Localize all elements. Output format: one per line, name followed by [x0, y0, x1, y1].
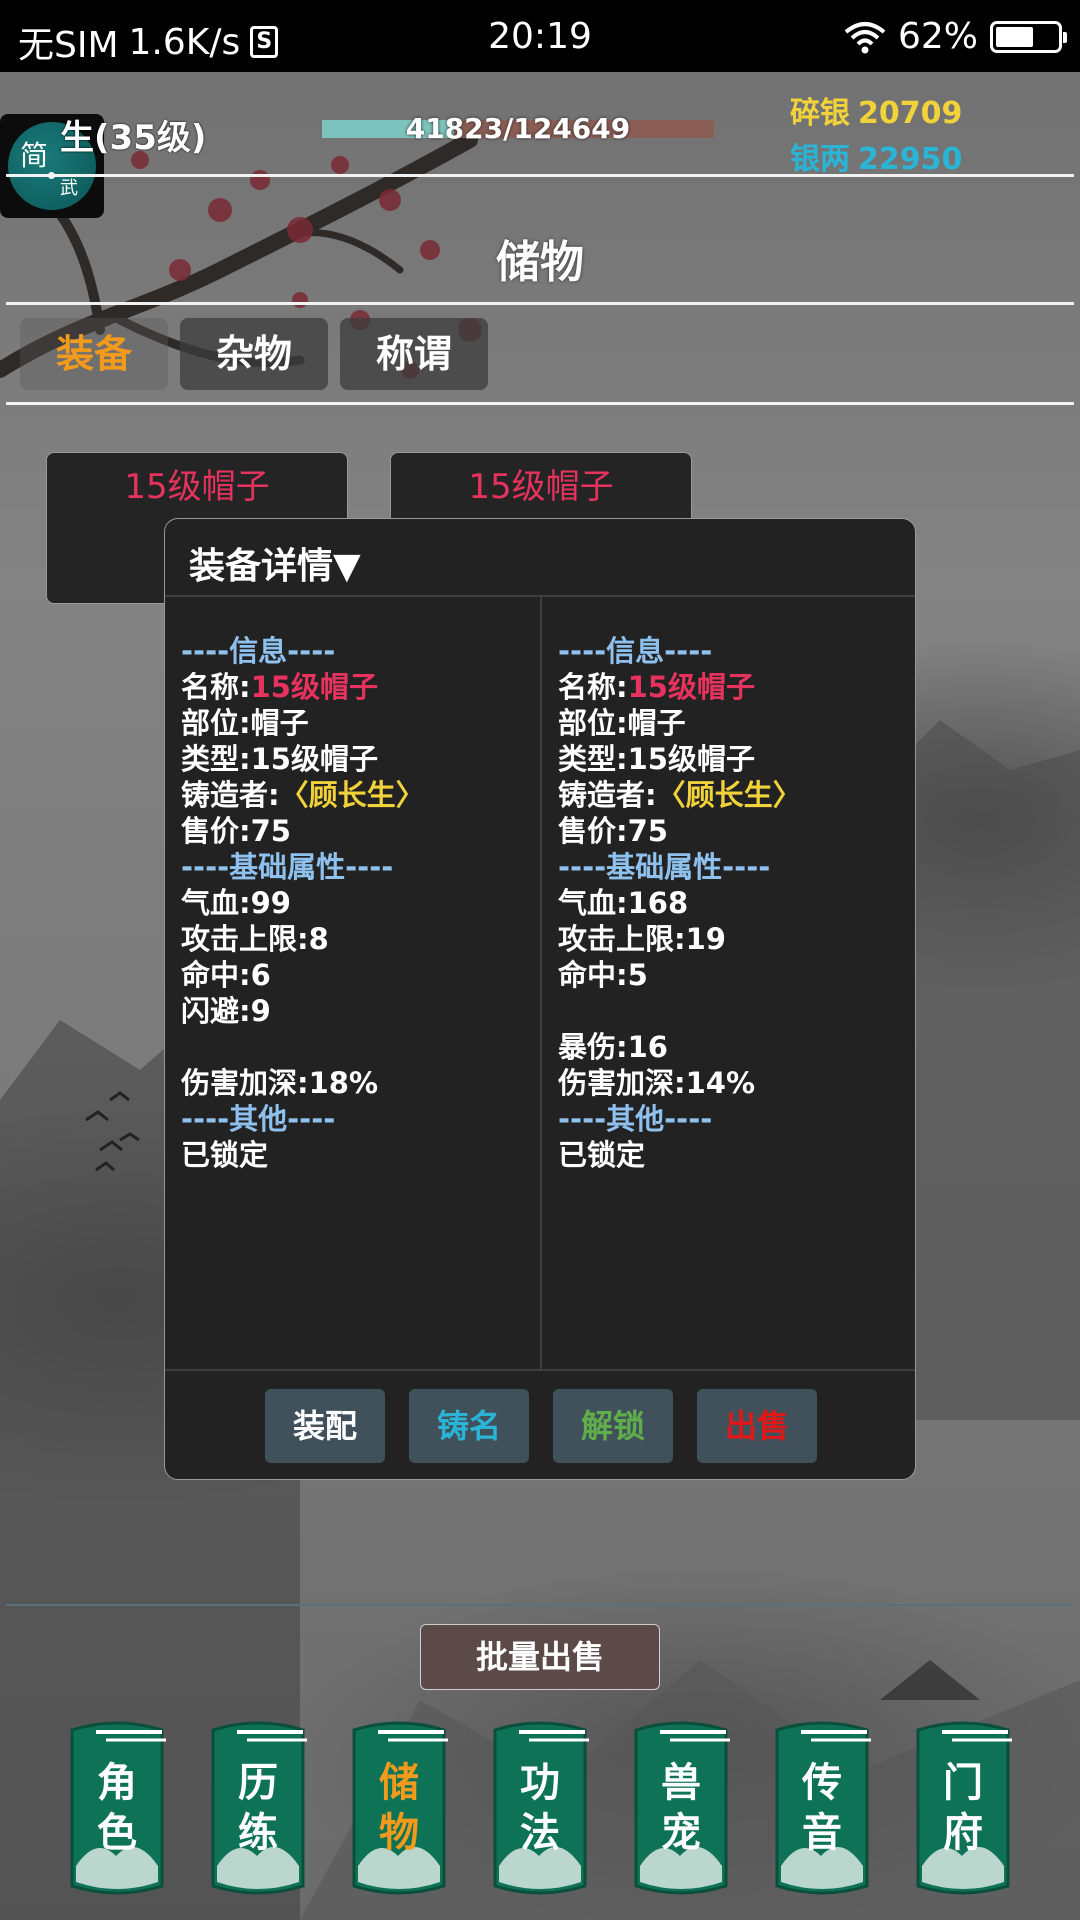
nav-label: 传音	[802, 1759, 842, 1856]
detail-name: 名称:15级帽子	[181, 669, 425, 705]
page-title: 储物	[496, 237, 584, 288]
section-base-stats: ----基础属性----	[558, 850, 771, 884]
nav-label: 功法	[520, 1759, 560, 1856]
currency-taels-amount: 22950	[858, 142, 963, 177]
stat-line: 命中:5	[558, 958, 648, 992]
item-card-name: 15级帽子	[468, 467, 614, 507]
sell-button[interactable]: 出售	[697, 1389, 817, 1463]
section-info: ----信息----	[181, 634, 336, 668]
battery-icon	[990, 20, 1067, 53]
forge-name-button[interactable]: 铸名	[409, 1389, 529, 1463]
detail-maker-label: 铸造者:	[558, 778, 657, 812]
nav-skills[interactable]: 功法	[489, 1716, 591, 1900]
modal-body: ----信息---- 名称:15级帽子 部位:帽子 类型:15级帽子 铸造者:〈…	[165, 595, 915, 1371]
nav-label: 历练	[238, 1759, 278, 1856]
avatar-char-1: 简	[20, 139, 49, 172]
stat-line: 气血:99	[181, 886, 291, 920]
equipment-detail-modal: 装备详情▼ ----信息---- 名称:15级帽子 部位:帽子 类型:15级帽子…	[164, 518, 916, 1480]
detail-maker: 铸造者:〈顾长生〉	[558, 777, 802, 813]
wifi-icon	[844, 21, 886, 53]
tab-misc[interactable]: 杂物	[180, 318, 328, 390]
detail-name: 名称:15级帽子	[558, 669, 802, 705]
detail-type: 类型:15级帽子	[181, 742, 378, 776]
nav-messages[interactable]: 传音	[771, 1716, 873, 1900]
nav-storage[interactable]: 储物	[348, 1716, 450, 1900]
avatar-char-2: 武	[60, 178, 78, 199]
detail-name-label: 名称:	[558, 670, 628, 704]
stat-line	[181, 1029, 425, 1065]
batch-sell-button[interactable]: 批量出售	[420, 1624, 660, 1690]
detail-name-value: 15级帽子	[250, 670, 378, 704]
stat-line: 攻击上限:8	[181, 922, 329, 956]
bottom-nav: 角色 历练 储物 功法 兽宠 传音 门府	[66, 1716, 1016, 1900]
detail-maker-value: 〈顾长生〉	[279, 778, 425, 812]
currency-silver-label: 碎银	[790, 96, 850, 131]
stat-line: 命中:6	[181, 958, 271, 992]
section-other: ----其他----	[558, 1102, 713, 1136]
stat-line: 气血:168	[558, 886, 689, 920]
detail-slot: 部位:帽子	[558, 706, 686, 740]
status-bar: 无SIM 1.6K/s S 20:19 62%	[0, 0, 1080, 72]
stat-line: 伤害加深:18%	[181, 1066, 379, 1100]
exp-text: 41823/124649	[405, 112, 631, 145]
detail-column-right: ----信息---- 名称:15级帽子 部位:帽子 类型:15级帽子 铸造者:〈…	[558, 633, 802, 1173]
nav-pets[interactable]: 兽宠	[630, 1716, 732, 1900]
column-divider	[540, 597, 542, 1369]
nav-training[interactable]: 历练	[207, 1716, 309, 1900]
section-info: ----信息----	[558, 634, 713, 668]
detail-name-value: 15级帽子	[627, 670, 755, 704]
detail-maker-label: 铸造者:	[181, 778, 280, 812]
equip-button[interactable]: 装配	[265, 1389, 385, 1463]
status-bar-right: 62%	[844, 16, 1067, 57]
stat-line: 攻击上限:19	[558, 922, 726, 956]
stat-line: 伤害加深:14%	[558, 1066, 756, 1100]
player-name: 生(35级)	[60, 118, 207, 158]
currency-taels: 银两 22950	[790, 134, 962, 178]
title-divider	[6, 302, 1074, 305]
battery-percent: 62%	[897, 16, 978, 57]
battery-fill	[996, 26, 1034, 47]
detail-lock-status: 已锁定	[558, 1138, 646, 1172]
unlock-button[interactable]: 解锁	[553, 1389, 673, 1463]
modal-actions: 装配 铸名 解锁 出售	[165, 1373, 915, 1479]
detail-price: 售价:75	[558, 814, 668, 848]
detail-lock-status: 已锁定	[181, 1138, 269, 1172]
stat-line: 暴伤:16	[558, 1030, 668, 1064]
detail-maker: 铸造者:〈顾长生〉	[181, 777, 425, 813]
detail-maker-value: 〈顾长生〉	[656, 778, 802, 812]
nav-sect[interactable]: 门府	[912, 1716, 1014, 1900]
detail-type: 类型:15级帽子	[558, 742, 755, 776]
tab-bar: 装备 杂物 称谓	[20, 318, 488, 390]
currency-silver: 碎银 20709	[790, 88, 962, 132]
section-other: ----其他----	[181, 1102, 336, 1136]
nav-label: 角色	[97, 1759, 137, 1856]
detail-price: 售价:75	[181, 814, 291, 848]
tab-equipment[interactable]: 装备	[20, 318, 168, 390]
nav-label: 兽宠	[661, 1759, 701, 1856]
modal-title[interactable]: 装备详情▼	[189, 537, 361, 589]
item-card-name: 15级帽子	[124, 467, 270, 507]
currency-taels-label: 银两	[790, 142, 850, 177]
stat-line	[558, 993, 802, 1029]
section-base-stats: ----基础属性----	[181, 850, 394, 884]
detail-slot: 部位:帽子	[181, 706, 309, 740]
bottom-divider	[6, 1604, 1074, 1606]
tabs-divider	[6, 402, 1074, 405]
nav-character[interactable]: 角色	[66, 1716, 168, 1900]
tab-titles[interactable]: 称谓	[340, 318, 488, 390]
stat-line: 闪避:9	[181, 994, 271, 1028]
nav-label: 储物	[379, 1759, 419, 1856]
detail-column-left: ----信息---- 名称:15级帽子 部位:帽子 类型:15级帽子 铸造者:〈…	[181, 633, 425, 1173]
nav-label: 门府	[943, 1759, 983, 1856]
currency-silver-amount: 20709	[858, 96, 963, 131]
header-divider	[6, 174, 1074, 177]
detail-name-label: 名称:	[181, 670, 251, 704]
